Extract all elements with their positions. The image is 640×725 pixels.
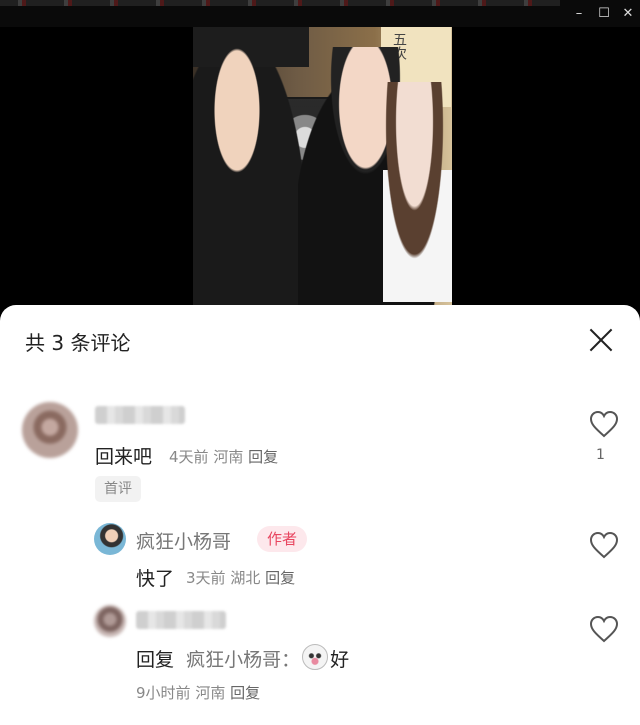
reply-link[interactable]: 回复: [265, 569, 295, 587]
comments-sheet: 共 3 条评论 回来吧 4天前 河南 回复 首评 1 疯狂小杨哥 作者 快了 3…: [0, 305, 640, 725]
username-blurred[interactable]: [95, 406, 185, 424]
author-badge: 作者: [257, 526, 308, 552]
reply-link[interactable]: 回复: [230, 684, 260, 702]
person-left: [193, 27, 309, 305]
reply-link[interactable]: 回复: [248, 448, 278, 466]
reply-prefix: 回复: [136, 649, 175, 671]
reply-time: 3天前: [186, 569, 226, 587]
browser-tab-strip[interactable]: [0, 0, 560, 6]
reply-text-after-emoji: 好: [330, 649, 350, 671]
comment-location: 河南: [213, 448, 244, 466]
person-right: [383, 82, 452, 302]
maximize-button[interactable]: ☐: [593, 5, 615, 23]
comment-meta: 4天前 河南 回复: [169, 446, 278, 467]
close-window-button[interactable]: ✕: [617, 5, 639, 23]
video-player[interactable]: 五次: [193, 27, 452, 305]
first-comment-tag: 首评: [95, 476, 141, 502]
comments-count-title: 共 3 条评论: [25, 331, 131, 355]
reply-to-author[interactable]: 疯狂小杨哥：: [186, 649, 300, 671]
close-icon[interactable]: [588, 327, 614, 353]
reply-meta: 9小时前 河南 回复: [136, 682, 260, 703]
window-title-bar: – ☐ ✕: [0, 0, 640, 27]
username-blurred[interactable]: [136, 611, 226, 629]
like-count: 1: [596, 447, 605, 463]
comment-text: 回来吧: [95, 446, 153, 468]
avatar[interactable]: [22, 402, 78, 458]
cat-emoji-icon: [302, 644, 329, 670]
reply-text: 回复 疯狂小杨哥： 好: [136, 644, 349, 672]
minimize-button[interactable]: –: [568, 5, 590, 23]
reply-time: 9小时前: [136, 684, 191, 702]
reply-text: 快了: [136, 568, 175, 590]
author-avatar[interactable]: [94, 523, 126, 555]
like-heart-icon[interactable]: [589, 615, 619, 643]
avatar[interactable]: [94, 605, 126, 637]
like-heart-icon[interactable]: [589, 410, 619, 438]
reply-location: 河南: [195, 684, 226, 702]
reply-location: 湖北: [230, 569, 261, 587]
comment-time: 4天前: [169, 448, 209, 466]
like-heart-icon[interactable]: [589, 531, 619, 559]
author-name[interactable]: 疯狂小杨哥: [136, 527, 231, 554]
reply-meta: 3天前 湖北 回复: [186, 567, 295, 588]
